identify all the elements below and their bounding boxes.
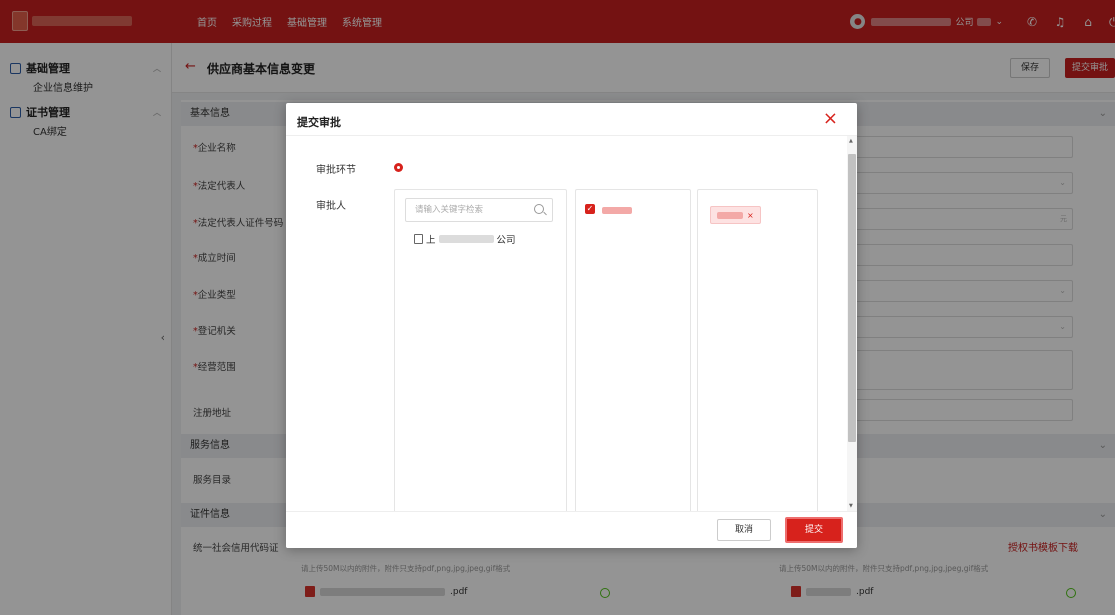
submit-approval-dialog: 提交审批 × 审批环节 审批人 上 公司 ✓ × ▲ ▼ 取消 [286,103,857,548]
scrollbar-thumb[interactable] [848,154,856,442]
tag-close-icon[interactable]: × [747,211,754,220]
org-tree-panel: 上 公司 [394,189,567,519]
candidate-panel: ✓ [575,189,691,519]
approver-label: 审批人 [316,201,346,212]
org-tree-node[interactable]: 上 公司 [414,232,516,246]
approval-node-radio[interactable] [394,163,403,172]
dialog-scrollbar[interactable]: ▲ ▼ [847,136,857,511]
scroll-down-icon[interactable]: ▼ [849,503,853,509]
selected-panel: × [697,189,818,519]
dialog-header: 提交审批 × [286,103,857,136]
dialog-footer: 取消 提交 [286,511,857,548]
dialog-title: 提交审批 [297,116,341,129]
confirm-submit-button[interactable]: 提交 [785,517,843,543]
search-input[interactable] [406,199,526,221]
approver-name-redacted [602,207,632,214]
close-icon[interactable]: × [823,109,838,129]
search-box [405,198,553,222]
approver-checkbox[interactable]: ✓ [585,204,595,214]
approver-name-redacted [717,211,743,219]
approval-node-label: 审批环节 [316,165,356,176]
scroll-up-icon[interactable]: ▲ [849,138,853,144]
building-icon [414,234,423,244]
selected-approver-tag: × [710,206,761,224]
search-icon[interactable] [534,204,544,214]
cancel-button[interactable]: 取消 [717,519,771,541]
org-name-redacted [438,235,494,243]
